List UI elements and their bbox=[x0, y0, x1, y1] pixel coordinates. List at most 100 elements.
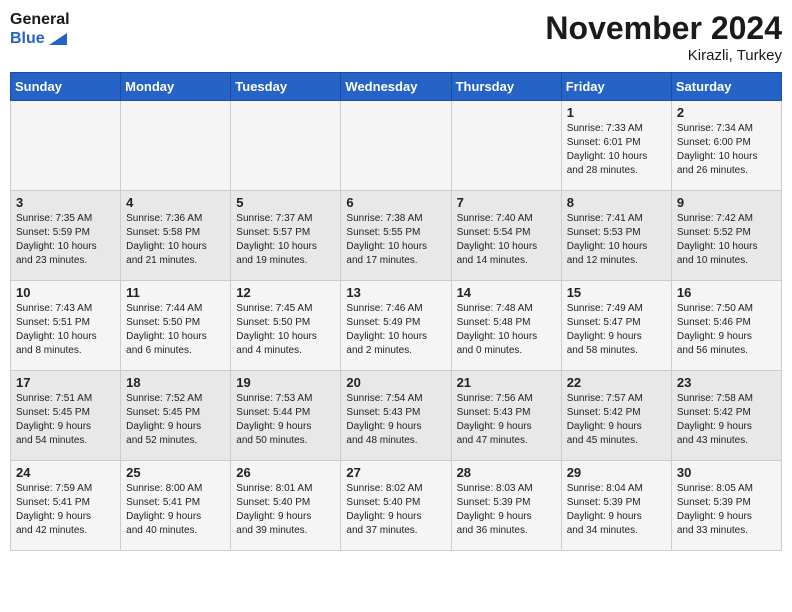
day-number: 18 bbox=[126, 375, 225, 390]
calendar-cell: 14 Sunrise: 7:48 AM Sunset: 5:48 PM Dayli… bbox=[451, 281, 561, 371]
calendar-cell: 15 Sunrise: 7:49 AM Sunset: 5:47 PM Dayli… bbox=[561, 281, 671, 371]
day-info: Sunrise: 7:51 AM Sunset: 5:45 PM Dayligh… bbox=[16, 392, 115, 448]
calendar-cell: 2 Sunrise: 7:34 AM Sunset: 6:00 PM Daylig… bbox=[671, 101, 781, 191]
day-info: Sunrise: 7:46 AM Sunset: 5:49 PM Dayligh… bbox=[346, 302, 445, 358]
weekday-header-saturday: Saturday bbox=[671, 73, 781, 101]
calendar-cell: 13 Sunrise: 7:46 AM Sunset: 5:49 PM Dayli… bbox=[341, 281, 451, 371]
day-number: 28 bbox=[457, 465, 556, 480]
weekday-header-tuesday: Tuesday bbox=[231, 73, 341, 101]
week-row-0: 1 Sunrise: 7:33 AM Sunset: 6:01 PM Daylig… bbox=[11, 101, 782, 191]
calendar-cell: 29 Sunrise: 8:04 AM Sunset: 5:39 PM Dayli… bbox=[561, 461, 671, 551]
day-info: Sunrise: 7:33 AM Sunset: 6:01 PM Dayligh… bbox=[567, 122, 666, 178]
day-info: Sunrise: 8:04 AM Sunset: 5:39 PM Dayligh… bbox=[567, 482, 666, 538]
day-number: 19 bbox=[236, 375, 335, 390]
day-info: Sunrise: 7:40 AM Sunset: 5:54 PM Dayligh… bbox=[457, 212, 556, 268]
day-number: 7 bbox=[457, 195, 556, 210]
calendar-cell: 11Sunrise: 7:44 AM Sunset: 5:50 PM Dayli… bbox=[121, 281, 231, 371]
calendar-cell bbox=[121, 101, 231, 191]
day-number: 11 bbox=[126, 285, 225, 300]
day-info: Sunrise: 7:57 AM Sunset: 5:42 PM Dayligh… bbox=[567, 392, 666, 448]
calendar-cell: 8Sunrise: 7:41 AM Sunset: 5:53 PM Daylig… bbox=[561, 191, 671, 281]
day-number: 22 bbox=[567, 375, 666, 390]
calendar-cell: 5 Sunrise: 7:37 AM Sunset: 5:57 PM Daylig… bbox=[231, 191, 341, 281]
calendar-table: SundayMondayTuesdayWednesdayThursdayFrid… bbox=[10, 72, 782, 551]
day-info: Sunrise: 8:03 AM Sunset: 5:39 PM Dayligh… bbox=[457, 482, 556, 538]
day-info: Sunrise: 7:45 AM Sunset: 5:50 PM Dayligh… bbox=[236, 302, 335, 358]
title-area: November 2024 Kirazli, Turkey bbox=[545, 10, 782, 64]
day-info: Sunrise: 7:37 AM Sunset: 5:57 PM Dayligh… bbox=[236, 212, 335, 268]
logo: General Blue bbox=[10, 10, 70, 48]
day-number: 9 bbox=[677, 195, 776, 210]
day-info: Sunrise: 8:01 AM Sunset: 5:40 PM Dayligh… bbox=[236, 482, 335, 538]
calendar-cell: 18Sunrise: 7:52 AM Sunset: 5:45 PM Dayli… bbox=[121, 371, 231, 461]
day-number: 8 bbox=[567, 195, 666, 210]
day-number: 30 bbox=[677, 465, 776, 480]
day-info: Sunrise: 7:38 AM Sunset: 5:55 PM Dayligh… bbox=[346, 212, 445, 268]
calendar-cell bbox=[451, 101, 561, 191]
calendar-cell: 27 Sunrise: 8:02 AM Sunset: 5:40 PM Dayli… bbox=[341, 461, 451, 551]
weekday-header-friday: Friday bbox=[561, 73, 671, 101]
day-info: Sunrise: 8:02 AM Sunset: 5:40 PM Dayligh… bbox=[346, 482, 445, 538]
day-info: Sunrise: 7:58 AM Sunset: 5:42 PM Dayligh… bbox=[677, 392, 776, 448]
calendar-cell: 6 Sunrise: 7:38 AM Sunset: 5:55 PM Daylig… bbox=[341, 191, 451, 281]
day-number: 29 bbox=[567, 465, 666, 480]
weekday-header-monday: Monday bbox=[121, 73, 231, 101]
day-number: 27 bbox=[346, 465, 445, 480]
week-row-4: 24Sunrise: 7:59 AM Sunset: 5:41 PM Dayli… bbox=[11, 461, 782, 551]
day-info: Sunrise: 7:34 AM Sunset: 6:00 PM Dayligh… bbox=[677, 122, 776, 178]
day-info: Sunrise: 7:53 AM Sunset: 5:44 PM Dayligh… bbox=[236, 392, 335, 448]
day-info: Sunrise: 7:42 AM Sunset: 5:52 PM Dayligh… bbox=[677, 212, 776, 268]
calendar-cell: 3Sunrise: 7:35 AM Sunset: 5:59 PM Daylig… bbox=[11, 191, 121, 281]
day-number: 5 bbox=[236, 195, 335, 210]
weekday-header-row: SundayMondayTuesdayWednesdayThursdayFrid… bbox=[11, 73, 782, 101]
blue-bird-icon bbox=[47, 31, 69, 47]
day-number: 16 bbox=[677, 285, 776, 300]
weekday-header-sunday: Sunday bbox=[11, 73, 121, 101]
week-row-3: 17Sunrise: 7:51 AM Sunset: 5:45 PM Dayli… bbox=[11, 371, 782, 461]
calendar-cell: 7 Sunrise: 7:40 AM Sunset: 5:54 PM Daylig… bbox=[451, 191, 561, 281]
day-info: Sunrise: 7:36 AM Sunset: 5:58 PM Dayligh… bbox=[126, 212, 225, 268]
calendar-cell: 10 Sunrise: 7:43 AM Sunset: 5:51 PM Dayli… bbox=[11, 281, 121, 371]
weekday-header-wednesday: Wednesday bbox=[341, 73, 451, 101]
day-info: Sunrise: 7:35 AM Sunset: 5:59 PM Dayligh… bbox=[16, 212, 115, 268]
calendar-cell: 25 Sunrise: 8:00 AM Sunset: 5:41 PM Dayli… bbox=[121, 461, 231, 551]
weekday-header-thursday: Thursday bbox=[451, 73, 561, 101]
calendar-cell: 23Sunrise: 7:58 AM Sunset: 5:42 PM Dayli… bbox=[671, 371, 781, 461]
day-number: 21 bbox=[457, 375, 556, 390]
calendar-cell: 12 Sunrise: 7:45 AM Sunset: 5:50 PM Dayli… bbox=[231, 281, 341, 371]
day-info: Sunrise: 7:56 AM Sunset: 5:43 PM Dayligh… bbox=[457, 392, 556, 448]
month-title: November 2024 bbox=[545, 10, 782, 47]
calendar-cell: 16Sunrise: 7:50 AM Sunset: 5:46 PM Dayli… bbox=[671, 281, 781, 371]
day-number: 6 bbox=[346, 195, 445, 210]
calendar-cell: 30Sunrise: 8:05 AM Sunset: 5:39 PM Dayli… bbox=[671, 461, 781, 551]
day-number: 2 bbox=[677, 105, 776, 120]
day-number: 1 bbox=[567, 105, 666, 120]
week-row-2: 10 Sunrise: 7:43 AM Sunset: 5:51 PM Dayli… bbox=[11, 281, 782, 371]
calendar-cell: 26 Sunrise: 8:01 AM Sunset: 5:40 PM Dayli… bbox=[231, 461, 341, 551]
day-number: 14 bbox=[457, 285, 556, 300]
calendar-cell: 1 Sunrise: 7:33 AM Sunset: 6:01 PM Daylig… bbox=[561, 101, 671, 191]
calendar-cell bbox=[341, 101, 451, 191]
day-number: 10 bbox=[16, 285, 115, 300]
calendar-cell: 28 Sunrise: 8:03 AM Sunset: 5:39 PM Dayli… bbox=[451, 461, 561, 551]
day-number: 15 bbox=[567, 285, 666, 300]
day-info: Sunrise: 7:43 AM Sunset: 5:51 PM Dayligh… bbox=[16, 302, 115, 358]
day-number: 25 bbox=[126, 465, 225, 480]
calendar-cell: 19 Sunrise: 7:53 AM Sunset: 5:44 PM Dayli… bbox=[231, 371, 341, 461]
calendar-cell: 20Sunrise: 7:54 AM Sunset: 5:43 PM Dayli… bbox=[341, 371, 451, 461]
calendar-cell: 24Sunrise: 7:59 AM Sunset: 5:41 PM Dayli… bbox=[11, 461, 121, 551]
calendar-cell: 21 Sunrise: 7:56 AM Sunset: 5:43 PM Dayli… bbox=[451, 371, 561, 461]
day-info: Sunrise: 7:48 AM Sunset: 5:48 PM Dayligh… bbox=[457, 302, 556, 358]
day-info: Sunrise: 8:00 AM Sunset: 5:41 PM Dayligh… bbox=[126, 482, 225, 538]
day-info: Sunrise: 7:49 AM Sunset: 5:47 PM Dayligh… bbox=[567, 302, 666, 358]
day-number: 12 bbox=[236, 285, 335, 300]
day-number: 4 bbox=[126, 195, 225, 210]
header: General Blue November 2024 Kirazli, Turk… bbox=[10, 10, 782, 64]
week-row-1: 3Sunrise: 7:35 AM Sunset: 5:59 PM Daylig… bbox=[11, 191, 782, 281]
day-number: 26 bbox=[236, 465, 335, 480]
day-number: 13 bbox=[346, 285, 445, 300]
calendar-cell: 9 Sunrise: 7:42 AM Sunset: 5:52 PM Daylig… bbox=[671, 191, 781, 281]
location: Kirazli, Turkey bbox=[545, 47, 782, 64]
calendar-cell bbox=[11, 101, 121, 191]
calendar-cell: 22 Sunrise: 7:57 AM Sunset: 5:42 PM Dayli… bbox=[561, 371, 671, 461]
